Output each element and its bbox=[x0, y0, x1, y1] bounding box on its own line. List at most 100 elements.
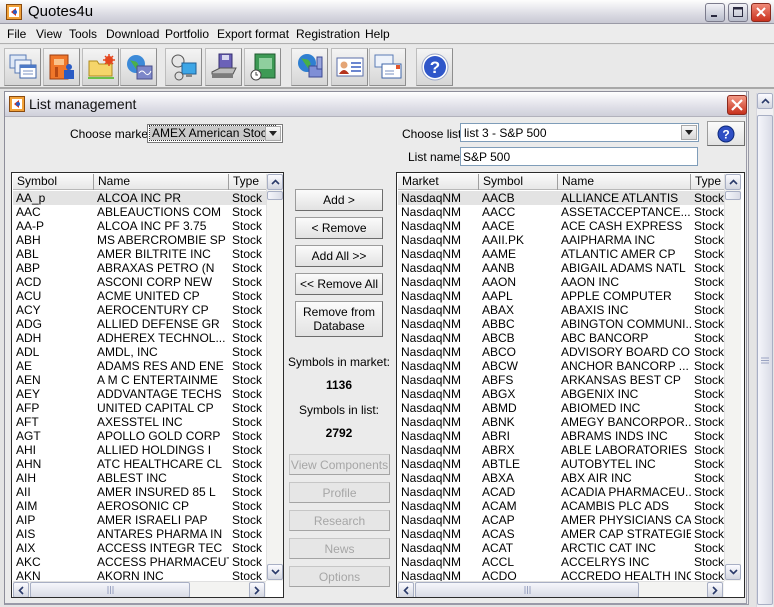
list-row[interactable]: AHN ATC HEALTHCARE CL Stock bbox=[13, 457, 266, 471]
toolbar-button-windows[interactable] bbox=[4, 48, 41, 86]
list-row[interactable]: NasdaqNM ACAD ACADIA PHARMACEU... Stock bbox=[398, 485, 724, 499]
list-name-input[interactable]: S&P 500 bbox=[460, 147, 698, 166]
scroll-down-button[interactable] bbox=[267, 564, 283, 580]
list-row[interactable]: ACY AEROCENTURY CP Stock bbox=[13, 303, 266, 317]
remove-from-database-button[interactable]: Remove from Database bbox=[295, 301, 383, 337]
market-list-vertical-scrollbar[interactable] bbox=[266, 174, 283, 581]
list-row[interactable]: NasdaqNM ABFS ARKANSAS BEST CP Stock bbox=[398, 373, 724, 387]
menu-download[interactable]: Download bbox=[106, 27, 159, 41]
list-row[interactable]: AA_p ALCOA INC PR Stock bbox=[13, 191, 266, 205]
remove-button[interactable]: < Remove bbox=[295, 217, 383, 239]
scroll-thumb[interactable] bbox=[415, 582, 639, 597]
list-row[interactable]: AEY ADDVANTAGE TECHS Stock bbox=[13, 387, 266, 401]
selected-list-horizontal-scrollbar[interactable] bbox=[398, 581, 724, 597]
list-row[interactable]: NasdaqNM ABTLE AUTOBYTEL INC Stock bbox=[398, 457, 724, 471]
list-row[interactable]: NasdaqNM ACDO ACCREDO HEALTH INC Stock bbox=[398, 569, 724, 581]
list-dropdown-button[interactable] bbox=[681, 125, 697, 140]
news-button[interactable]: News bbox=[289, 538, 390, 559]
scroll-thumb[interactable] bbox=[725, 191, 741, 200]
list-select[interactable]: list 3 - S&P 500 bbox=[460, 123, 699, 142]
list-row[interactable]: ABP ABRAXAS PETRO (N Stock bbox=[13, 261, 266, 275]
selected-list-vertical-scrollbar[interactable] bbox=[724, 174, 741, 581]
list-row[interactable]: AIP AMER ISRAELI PAP Stock bbox=[13, 513, 266, 527]
remove-all-button[interactable]: << Remove All bbox=[295, 273, 383, 295]
market-select[interactable]: AMEX American Stock bbox=[147, 124, 283, 143]
menu-export-format[interactable]: Export format bbox=[217, 27, 289, 41]
market-dropdown-button[interactable] bbox=[265, 126, 281, 141]
list-row[interactable]: ABH MS ABERCROMBIE SP Stock bbox=[13, 233, 266, 247]
list-row[interactable]: NasdaqNM AAII.PK AAIPHARMA INC Stock bbox=[398, 233, 724, 247]
list-row[interactable]: NasdaqNM ACAT ARCTIC CAT INC Stock bbox=[398, 541, 724, 555]
toolbar-button-globe-network[interactable] bbox=[291, 48, 328, 86]
list-row[interactable]: NasdaqNM AACE ACE CASH EXPRESS Stock bbox=[398, 219, 724, 233]
app-vertical-scrollbar[interactable] bbox=[756, 93, 773, 607]
toolbar-button-contact[interactable] bbox=[331, 48, 368, 86]
menu-view[interactable]: View bbox=[36, 27, 62, 41]
add-all-button[interactable]: Add All >> bbox=[295, 245, 383, 267]
options-button[interactable]: Options bbox=[289, 566, 390, 587]
scroll-thumb[interactable] bbox=[30, 582, 190, 597]
scroll-left-button[interactable] bbox=[398, 582, 414, 597]
scroll-down-button[interactable] bbox=[725, 564, 741, 580]
list-row[interactable]: NasdaqNM AACC ASSETACCEPTANCE... Stock bbox=[398, 205, 724, 219]
list-row[interactable]: ADL AMDL, INC Stock bbox=[13, 345, 266, 359]
list-row[interactable]: AAC ABLEAUCTIONS COM Stock bbox=[13, 205, 266, 219]
list-symbols-list[interactable]: Market Symbol Name Type NasdaqNM AACB ALLI… bbox=[396, 172, 745, 598]
list-row[interactable]: NasdaqNM ABBC ABINGTON COMMUNI... Stock bbox=[398, 317, 724, 331]
list-row[interactable]: AIM AEROSONIC CP Stock bbox=[13, 499, 266, 513]
list-row[interactable]: AGT APOLLO GOLD CORP Stock bbox=[13, 429, 266, 443]
menu-file[interactable]: File bbox=[7, 27, 26, 41]
market-list-horizontal-scrollbar[interactable] bbox=[13, 581, 266, 597]
maximize-button[interactable] bbox=[728, 3, 748, 22]
list-row[interactable]: AKN AKORN INC Stock bbox=[13, 569, 266, 581]
toolbar-button-mail[interactable] bbox=[369, 48, 406, 86]
list-row[interactable]: AHI ALLIED HOLDINGS I Stock bbox=[13, 443, 266, 457]
list-row[interactable]: NasdaqNM AAON AAON INC Stock bbox=[398, 275, 724, 289]
list-row[interactable]: AIH ABLEST INC Stock bbox=[13, 471, 266, 485]
scroll-thumb[interactable] bbox=[267, 191, 283, 200]
list-row[interactable]: AKC ACCESS PHARMACEUT Stock bbox=[13, 555, 266, 569]
toolbar-button-database-save[interactable] bbox=[205, 48, 242, 86]
view-components-button[interactable]: View Components bbox=[289, 454, 390, 475]
list-row[interactable]: NasdaqNM ACAP AMER PHYSICIANS CA Stock bbox=[398, 513, 724, 527]
list-row[interactable]: NasdaqNM AAPL APPLE COMPUTER Stock bbox=[398, 289, 724, 303]
list-row[interactable]: NasdaqNM ABCB ABC BANCORP Stock bbox=[398, 331, 724, 345]
toolbar-button-new-folder[interactable] bbox=[82, 48, 119, 86]
menu-registration[interactable]: Registration bbox=[296, 27, 360, 41]
close-button[interactable] bbox=[751, 3, 771, 22]
column-header-symbol[interactable]: Symbol bbox=[479, 174, 558, 190]
list-row[interactable]: AFT AXESSTEL INC Stock bbox=[13, 415, 266, 429]
scroll-right-button[interactable] bbox=[707, 582, 723, 597]
toolbar-button-help[interactable]: ? bbox=[416, 48, 453, 86]
list-row[interactable]: AEN A M C ENTERTAINME Stock bbox=[13, 373, 266, 387]
list-row[interactable]: NasdaqNM AANB ABIGAIL ADAMS NATL Stock bbox=[398, 261, 724, 275]
list-row[interactable]: AE ADAMS RES AND ENE Stock bbox=[13, 359, 266, 373]
list-row[interactable]: NasdaqNM ABRI ABRAMS INDS INC Stock bbox=[398, 429, 724, 443]
column-header-type[interactable]: Type bbox=[229, 174, 266, 190]
scroll-right-button[interactable] bbox=[249, 582, 265, 597]
list-row[interactable]: ABL AMER BILTRITE INC Stock bbox=[13, 247, 266, 261]
list-row[interactable]: AIS ANTARES PHARMA IN Stock bbox=[13, 527, 266, 541]
research-button[interactable]: Research bbox=[289, 510, 390, 531]
profile-button[interactable]: Profile bbox=[289, 482, 390, 503]
column-header-name[interactable]: Name bbox=[94, 174, 229, 190]
market-symbols-list[interactable]: Symbol Name Type AA_p ALCOA INC PR Stock AA… bbox=[11, 172, 284, 598]
list-row[interactable]: NasdaqNM ABNK AMEGY BANCORPOR... Stock bbox=[398, 415, 724, 429]
menu-portfolio[interactable]: Portfolio bbox=[165, 27, 209, 41]
list-row[interactable]: NasdaqNM ACAS AMER CAP STRATEGIE Stock bbox=[398, 527, 724, 541]
list-row[interactable]: NasdaqNM ACAM ACAMBIS PLC ADS Stock bbox=[398, 499, 724, 513]
list-row[interactable]: NasdaqNM ABMD ABIOMED INC Stock bbox=[398, 401, 724, 415]
list-row[interactable]: ACU ACME UNITED CP Stock bbox=[13, 289, 266, 303]
minimize-button[interactable] bbox=[705, 3, 725, 22]
list-row[interactable]: AA-P ALCOA INC PF 3.75 Stock bbox=[13, 219, 266, 233]
column-header-name[interactable]: Name bbox=[558, 174, 691, 190]
list-row[interactable]: AFP UNITED CAPITAL CP Stock bbox=[13, 401, 266, 415]
app-scroll-up-button[interactable] bbox=[757, 93, 773, 109]
list-row[interactable]: AIX ACCESS INTEGR TEC Stock bbox=[13, 541, 266, 555]
list-row[interactable]: NasdaqNM ABXA ABX AIR INC Stock bbox=[398, 471, 724, 485]
toolbar-button-globe-chart[interactable] bbox=[120, 48, 157, 86]
list-row[interactable]: NasdaqNM AACB ALLIANCE ATLANTIS Stock bbox=[398, 191, 724, 205]
list-row[interactable]: NasdaqNM ABGX ABGENIX INC Stock bbox=[398, 387, 724, 401]
help-button[interactable]: ? bbox=[707, 121, 745, 146]
menu-tools[interactable]: Tools bbox=[69, 27, 97, 41]
